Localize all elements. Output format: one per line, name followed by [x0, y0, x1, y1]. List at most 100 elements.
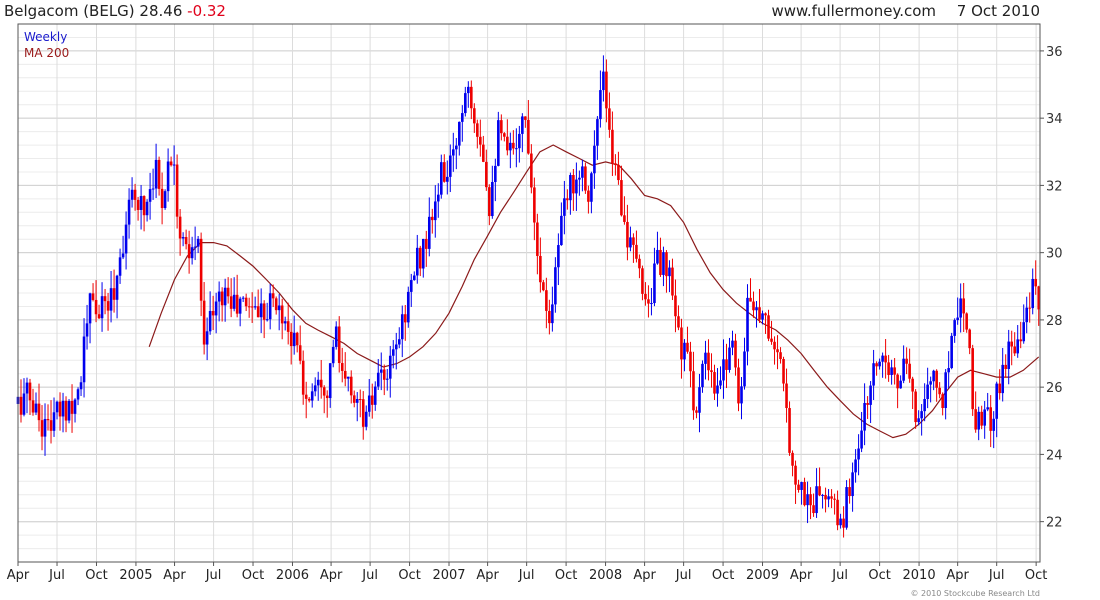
y-tick-label: 22 — [1046, 516, 1063, 531]
bar-body — [43, 418, 47, 437]
x-axis: Apr Jul Oct 2005 Apr Jul Oct 2006 Apr Jul Oct 2007 A… — [7, 562, 1047, 583]
ohlc-bar — [845, 480, 848, 530]
bar-body — [391, 349, 395, 356]
bar-body — [707, 352, 710, 371]
bar-body — [632, 237, 635, 245]
bar-body — [1016, 339, 1019, 354]
bar-body — [184, 237, 188, 245]
bar-body — [346, 376, 350, 379]
y-tick-label: 26 — [1046, 381, 1063, 396]
x-tick-label: Apr — [946, 568, 969, 583]
bar-body — [824, 494, 827, 500]
bar-body — [403, 314, 407, 323]
bar-body — [623, 215, 626, 222]
bar-body — [130, 189, 134, 200]
bar-body — [911, 378, 914, 392]
price-change: -0.32 — [187, 2, 226, 20]
bar-body — [725, 359, 728, 370]
x-tick-label: Jul — [831, 568, 848, 583]
bar-body — [698, 387, 701, 413]
bar-body — [875, 363, 878, 367]
bar-body — [479, 136, 482, 145]
bar-body — [629, 237, 632, 248]
bar-body — [319, 379, 323, 388]
bar-body — [70, 400, 74, 414]
bar-body — [412, 275, 416, 281]
bar-body — [986, 407, 989, 410]
bar-body — [265, 319, 269, 321]
bar-body — [599, 90, 602, 120]
bar-body — [421, 238, 425, 269]
bar-body — [569, 175, 572, 201]
bar-body — [232, 294, 236, 309]
bar-body — [737, 367, 740, 404]
bar-body — [449, 155, 452, 177]
bar-body — [542, 282, 545, 291]
bar-body — [731, 340, 734, 348]
bar-body — [241, 297, 245, 299]
bar-body — [521, 116, 524, 134]
x-tick-label: Apr — [320, 568, 343, 583]
y-tick-label: 30 — [1046, 247, 1063, 262]
bar-body — [980, 411, 983, 426]
bar-body — [605, 71, 608, 109]
bar-body — [325, 395, 329, 399]
bar-body — [620, 180, 623, 216]
bar-body — [22, 393, 26, 415]
x-tick-label: Apr — [7, 568, 30, 583]
legend-weekly: Weekly — [24, 30, 68, 44]
bar-body — [385, 378, 389, 380]
bar-body — [926, 384, 929, 400]
bar-body — [665, 252, 668, 277]
x-tick-label: 2007 — [432, 568, 465, 583]
bar-body — [653, 263, 656, 304]
bar-body — [388, 355, 392, 379]
bar-body — [992, 418, 995, 431]
bar-body — [557, 245, 560, 268]
bar-body — [722, 359, 725, 381]
bar-body — [31, 400, 35, 413]
bar-body — [34, 403, 38, 413]
bar-body — [794, 465, 797, 485]
x-tick-label: Oct — [868, 568, 890, 583]
bar-body — [593, 145, 596, 174]
bar-body — [190, 247, 194, 259]
bar-body — [452, 149, 455, 156]
bar-body — [55, 401, 59, 413]
bar-body — [220, 291, 224, 306]
x-tick-label: 2008 — [589, 568, 622, 583]
bar-body — [734, 340, 737, 368]
bar-body — [512, 142, 515, 149]
bar-body — [157, 159, 161, 189]
y-axis: 22 24 26 28 30 32 34 36 — [1040, 45, 1063, 531]
bar-body — [310, 391, 314, 401]
bar-body — [758, 307, 761, 320]
bar-body — [88, 293, 92, 324]
bar-body — [959, 298, 962, 318]
bar-body — [563, 198, 566, 216]
bar-body — [1022, 322, 1026, 342]
bar-body — [1028, 307, 1032, 309]
bar-body — [701, 363, 704, 388]
title-text: Belgacom (BELG) 28.46 — [4, 2, 183, 20]
x-tick-label: Oct — [555, 568, 577, 583]
bar-body — [560, 215, 563, 246]
bar-body — [590, 173, 593, 202]
bar-body — [905, 358, 908, 364]
bar-body — [37, 403, 41, 421]
bar-body — [79, 382, 83, 390]
ohlc-bar — [971, 344, 974, 416]
bar-body — [163, 191, 167, 209]
bar-body — [788, 408, 791, 453]
bar-body — [187, 244, 191, 259]
bar-body — [446, 176, 449, 182]
chart-source: www.fullermoney.com 7 Oct 2010 — [771, 1, 1040, 21]
bar-body — [518, 133, 521, 149]
bar-body — [713, 372, 716, 394]
bar-body — [962, 298, 965, 314]
bar-body — [899, 380, 902, 389]
bar-body — [635, 244, 638, 259]
bar-body — [938, 387, 941, 395]
bar-body — [91, 293, 95, 300]
bar-body — [439, 162, 443, 195]
